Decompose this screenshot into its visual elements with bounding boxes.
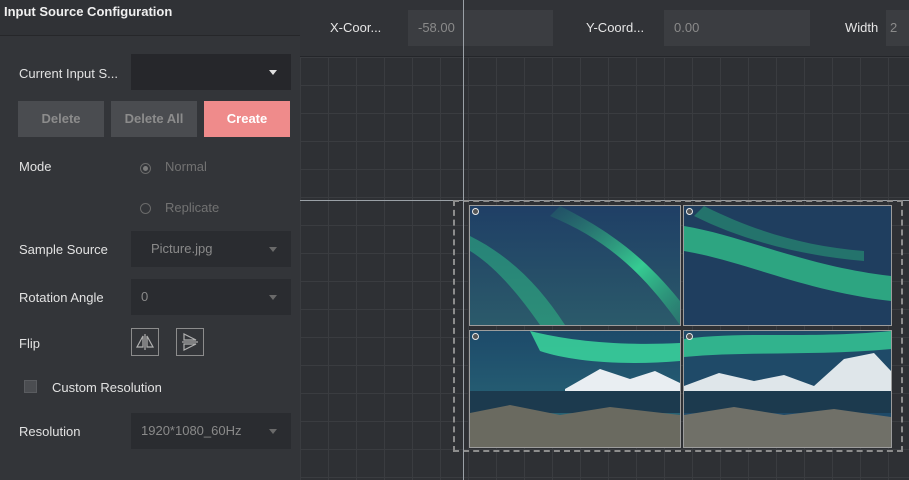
screen-4[interactable] xyxy=(683,330,892,448)
y-coordinate-input[interactable]: 0.00 xyxy=(664,10,810,46)
aurora-image xyxy=(470,206,680,325)
custom-resolution-label: Custom Resolution xyxy=(52,380,162,395)
x-coordinate-input[interactable]: -58.00 xyxy=(408,10,553,46)
mode-normal-radio[interactable] xyxy=(140,163,151,174)
input-source-panel: Input Source Configuration Current Input… xyxy=(0,0,301,480)
flip-horizontal-icon xyxy=(135,334,155,350)
panel-title: Input Source Configuration xyxy=(0,0,300,36)
custom-resolution-checkbox[interactable] xyxy=(24,380,37,393)
resolution-label: Resolution xyxy=(19,424,81,439)
flip-label: Flip xyxy=(19,336,40,351)
chevron-down-icon xyxy=(269,247,277,252)
screen-3[interactable] xyxy=(469,330,681,448)
chevron-down-icon xyxy=(269,70,277,75)
mode-normal-label: Normal xyxy=(165,159,207,174)
delete-button[interactable]: Delete xyxy=(18,101,104,137)
create-button[interactable]: Create xyxy=(204,101,290,137)
radio-selected-dot xyxy=(143,166,148,171)
width-input[interactable]: 2 xyxy=(886,10,909,46)
chevron-down-icon xyxy=(269,429,277,434)
aurora-image xyxy=(684,206,891,325)
current-input-label: Current Input S... xyxy=(19,66,118,81)
rotation-angle-select[interactable]: 0 xyxy=(131,279,291,315)
x-coordinate-label: X-Coor... xyxy=(330,20,382,35)
width-label: Width xyxy=(845,20,879,35)
mode-replicate-label: Replicate xyxy=(165,200,220,215)
coordinate-toolbar: X-Coor... -58.00 Y-Coord... 0.00 Width 2 xyxy=(300,0,909,57)
screen-number-icon xyxy=(686,208,693,215)
rotation-angle-label: Rotation Angle xyxy=(19,290,104,305)
video-wall-window[interactable] xyxy=(453,200,903,452)
chevron-down-icon xyxy=(269,295,277,300)
current-input-select[interactable] xyxy=(131,54,291,90)
rotation-angle-value: 0 xyxy=(141,289,149,304)
screen-number-icon xyxy=(472,208,479,215)
sample-source-value: Picture.jpg xyxy=(151,241,213,256)
flip-horizontal-button[interactable] xyxy=(131,328,159,356)
mode-replicate-radio[interactable] xyxy=(140,203,151,214)
sample-source-select[interactable]: Picture.jpg xyxy=(131,231,291,267)
mode-label: Mode xyxy=(19,159,52,174)
flip-vertical-icon xyxy=(182,333,198,351)
sample-source-label: Sample Source xyxy=(19,242,108,257)
screen-number-icon xyxy=(686,333,693,340)
delete-all-button[interactable]: Delete All xyxy=(111,101,197,137)
vertical-guide-line xyxy=(463,0,464,480)
screen-number-icon xyxy=(472,333,479,340)
aurora-image xyxy=(470,331,680,447)
resolution-select[interactable]: 1920*1080_60Hz xyxy=(131,413,291,449)
resolution-value: 1920*1080_60Hz xyxy=(141,423,242,438)
screen-2[interactable] xyxy=(683,205,892,326)
screen-1[interactable] xyxy=(469,205,681,326)
flip-vertical-button[interactable] xyxy=(176,328,204,356)
y-coordinate-label: Y-Coord... xyxy=(586,20,645,35)
aurora-image xyxy=(684,331,891,447)
